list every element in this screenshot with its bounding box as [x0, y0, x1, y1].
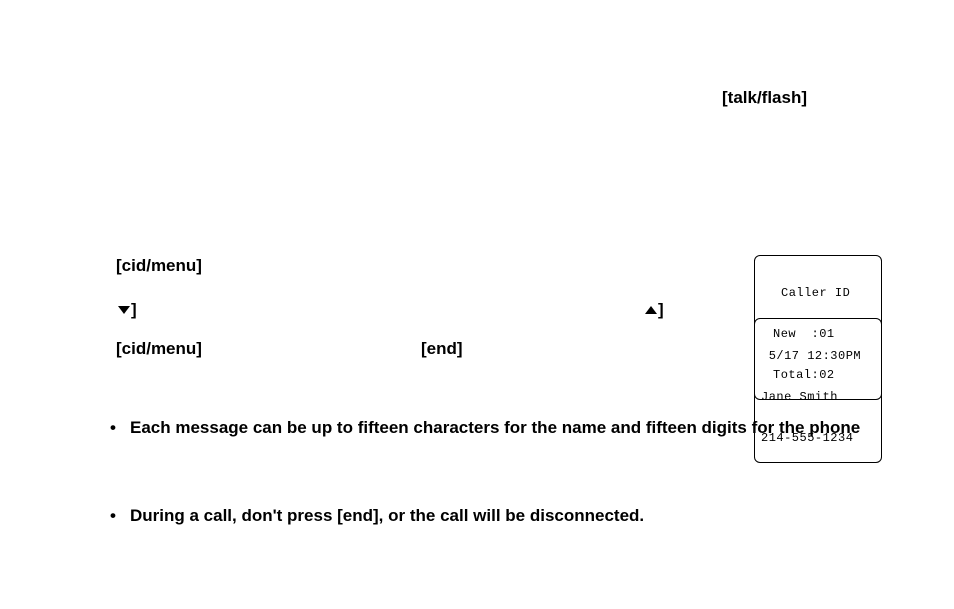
bracket-after-up: ] — [658, 300, 664, 320]
arrow-up-bracket: ] — [645, 300, 664, 320]
note-item: Each message can be up to fifteen charac… — [106, 418, 896, 438]
lcd2-line1: 5/17 12:30PM — [761, 350, 875, 364]
cid-menu-label-2: [cid/menu] — [116, 339, 202, 359]
bracket-after-down: ] — [131, 300, 137, 320]
note-item: During a call, don't press [end], or the… — [106, 506, 896, 526]
triangle-up-icon — [645, 306, 657, 314]
cid-menu-label-1: [cid/menu] — [116, 256, 202, 276]
lcd1-line1: Caller ID — [761, 287, 875, 301]
triangle-down-icon — [118, 306, 130, 314]
talk-flash-label: [talk/flash] — [722, 88, 807, 108]
end-label: [end] — [421, 339, 463, 359]
notes-list: Each message can be up to fifteen charac… — [106, 418, 896, 594]
lcd2-line2: Jane Smith — [761, 391, 875, 405]
arrow-down-bracket: ] — [118, 300, 137, 320]
